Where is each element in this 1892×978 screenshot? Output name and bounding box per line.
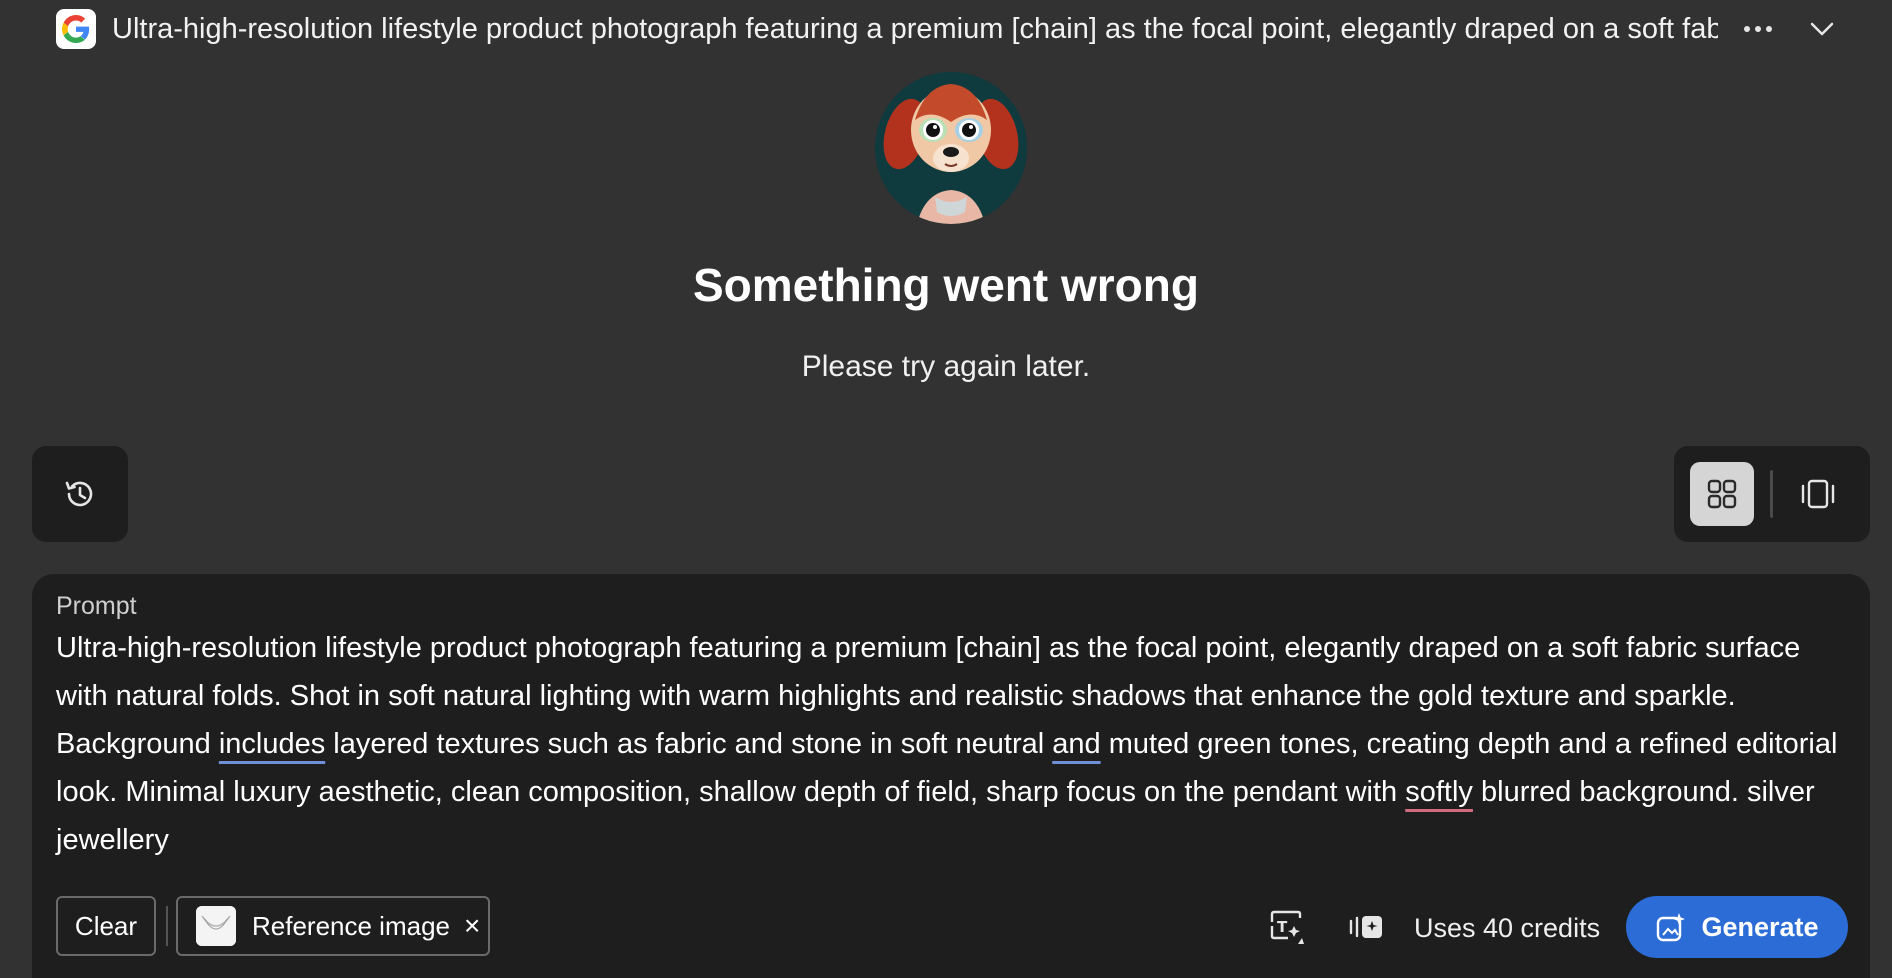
prompt-input[interactable]: Ultra-high-resolution lifestyle product … <box>56 624 1856 864</box>
google-g-icon[interactable] <box>56 9 96 49</box>
prompt-label: Prompt <box>56 592 137 620</box>
prompt-panel: Prompt Ultra-high-resolution lifestyle p… <box>32 574 1870 978</box>
footer-divider <box>166 906 168 946</box>
history-button[interactable] <box>32 446 128 542</box>
error-message: Please try again later. <box>801 350 1091 383</box>
history-icon <box>65 481 93 507</box>
view-divider <box>1770 470 1773 518</box>
text-effects-button[interactable]: T <box>1264 904 1312 950</box>
error-avatar-dog <box>875 72 1027 224</box>
composition-reference-icon <box>1349 916 1382 938</box>
grid-view-button[interactable] <box>1690 462 1754 526</box>
more-options-button[interactable] <box>1736 9 1780 49</box>
spelling-flagged-word[interactable]: softly <box>1405 776 1473 808</box>
chevron-down-icon <box>1810 22 1834 36</box>
grammar-flagged-word[interactable]: and <box>1052 728 1100 760</box>
error-title: Something went wrong <box>693 259 1199 311</box>
reference-image-label: Reference image <box>252 910 450 941</box>
single-view-button[interactable] <box>1786 462 1850 526</box>
ellipsis-icon <box>1744 26 1772 32</box>
view-mode-toggle <box>1674 446 1870 542</box>
clear-button[interactable]: Clear <box>56 896 156 956</box>
remove-reference-button[interactable]: × <box>464 912 480 940</box>
composition-reference-button[interactable] <box>1342 904 1390 950</box>
top-bar: Ultra-high-resolution lifestyle product … <box>0 0 1892 58</box>
text-effects-icon: T <box>1270 910 1304 944</box>
reference-image-chip[interactable]: Reference image × <box>176 896 490 956</box>
single-view-icon <box>1801 479 1835 509</box>
collapse-button[interactable] <box>1800 9 1844 49</box>
reference-thumbnail <box>196 906 236 946</box>
grammar-flagged-word[interactable]: includes <box>219 728 325 760</box>
sparkle-image-icon <box>1657 913 1686 942</box>
grid-view-icon <box>1707 479 1737 509</box>
svg-text:T: T <box>1277 918 1288 936</box>
generate-button[interactable]: Generate <box>1626 896 1848 958</box>
generation-title: Ultra-high-resolution lifestyle product … <box>112 13 1718 45</box>
prompt-text-segment: layered textures such as fabric and ston… <box>325 728 1053 760</box>
generate-label: Generate <box>1701 911 1819 942</box>
credits-cost: Uses 40 credits <box>1414 913 1601 943</box>
